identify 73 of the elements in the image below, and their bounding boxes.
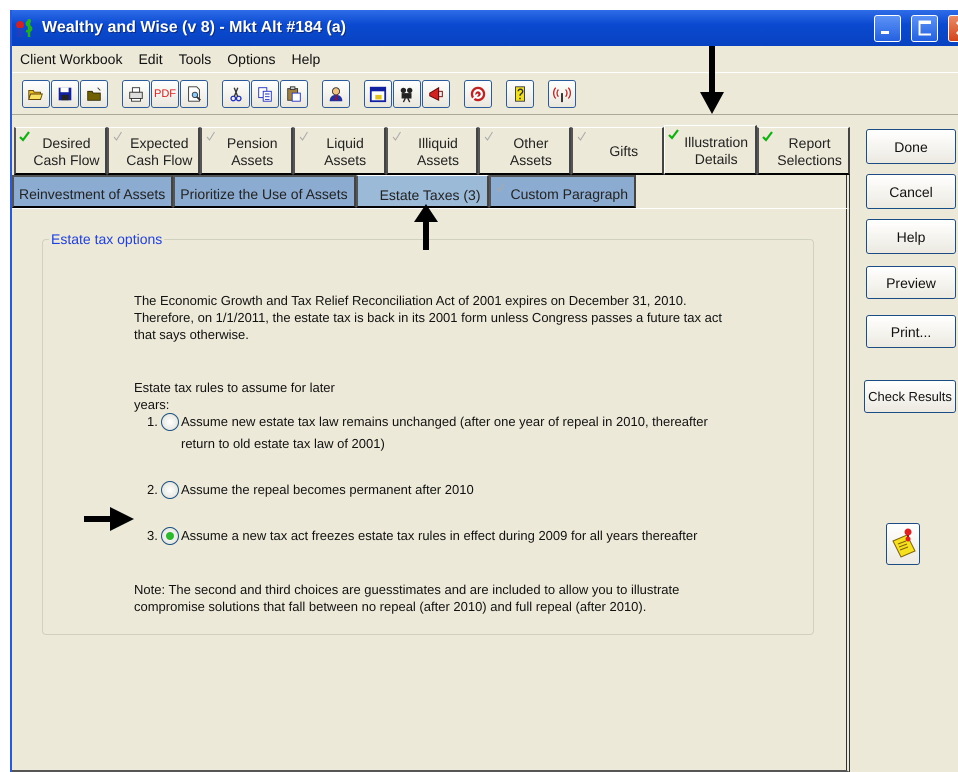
- folder-icon: [85, 85, 103, 103]
- calendar-icon: [369, 85, 387, 103]
- antenna-icon: [553, 85, 571, 103]
- calendar-button[interactable]: [364, 80, 392, 108]
- subtab[interactable]: Reinvestment of Assets: [12, 175, 174, 208]
- action-button[interactable]: Cancel: [866, 174, 956, 209]
- tab[interactable]: Illustration Details: [664, 125, 758, 175]
- radio-button[interactable]: [161, 481, 179, 499]
- cut-button[interactable]: [222, 80, 250, 108]
- right-arrow-icon: [84, 507, 134, 531]
- save-icon: [56, 85, 74, 103]
- person-icon: [327, 85, 345, 103]
- up-arrow-icon: [414, 204, 438, 250]
- action-button[interactable]: Check Results: [864, 380, 956, 413]
- pdf-button[interactable]: PDF: [151, 80, 179, 108]
- group-title: Estate tax options: [49, 231, 164, 247]
- question-text: Estate tax rules to assume for later years:: [134, 379, 336, 413]
- tab[interactable]: Report Selections: [757, 127, 850, 175]
- window-title: Wealthy and Wise (v 8) - Mkt Alt #184 (a): [42, 19, 347, 37]
- megaphone-button[interactable]: [422, 80, 450, 108]
- tab[interactable]: Gifts: [571, 127, 664, 175]
- menu-item[interactable]: Help: [292, 51, 320, 67]
- megaphone-icon: [427, 85, 445, 103]
- minimize-icon: [881, 30, 889, 34]
- target-icon: [469, 85, 487, 103]
- paste-icon: [285, 85, 303, 103]
- menu-item[interactable]: Tools: [178, 51, 212, 67]
- down-arrow-icon: [700, 46, 724, 114]
- subtab[interactable]: Estate Taxes (3): [356, 175, 488, 208]
- print-button[interactable]: [122, 80, 150, 108]
- copy-button[interactable]: [251, 80, 279, 108]
- tab[interactable]: Expected Cash Flow: [106, 127, 200, 175]
- film-camera-button[interactable]: [393, 80, 421, 108]
- menu-item[interactable]: Edit: [138, 51, 163, 67]
- action-button[interactable]: Help: [866, 219, 956, 254]
- option-number: 2.: [147, 481, 159, 498]
- save-button[interactable]: [51, 80, 79, 108]
- radio-button[interactable]: [161, 527, 179, 545]
- page-magnifier-icon: [185, 85, 203, 103]
- option-label[interactable]: Assume new estate tax law remains unchanged (after one year of repeal in 2010, thereafter return to old estate tax law of 2001): [181, 411, 737, 455]
- action-button[interactable]: Print...: [866, 315, 956, 348]
- print-icon: [127, 85, 145, 103]
- folder-button[interactable]: [80, 80, 108, 108]
- maximize-icon: [918, 20, 931, 36]
- paste-button[interactable]: [280, 80, 308, 108]
- note-text: Note: The second and third choices are guesstimates and are included to allow you to illustrate compromise solutions that fall between no repeal (after 2010) and full repeal (after 2010).: [134, 581, 680, 615]
- copy-icon: [256, 85, 274, 103]
- action-button[interactable]: Done: [866, 129, 956, 164]
- help-button[interactable]: [506, 80, 534, 108]
- antenna-button[interactable]: [548, 80, 576, 108]
- person-button[interactable]: [322, 80, 350, 108]
- option-number: 3.: [147, 527, 159, 544]
- tab[interactable]: Other Assets: [478, 127, 572, 175]
- subtab[interactable]: Prioritize the Use of Assets: [173, 175, 356, 208]
- subtab[interactable]: Custom Paragraph: [488, 175, 636, 208]
- radio-button[interactable]: [161, 413, 179, 431]
- option-number: 1.: [147, 413, 159, 430]
- tab[interactable]: Illiquid Assets: [386, 127, 478, 175]
- tab[interactable]: Pension Assets: [200, 127, 293, 175]
- maximize-button[interactable]: [911, 14, 938, 42]
- menu-item[interactable]: Options: [227, 51, 276, 67]
- open-folder-button[interactable]: [22, 80, 50, 108]
- tab[interactable]: Liquid Assets: [292, 127, 386, 175]
- action-button[interactable]: Preview: [866, 266, 956, 299]
- minimize-button[interactable]: [874, 14, 901, 42]
- tab[interactable]: Desired Cash Flow: [14, 127, 107, 175]
- sticky-note-button[interactable]: [886, 523, 920, 565]
- page-magnifier-button[interactable]: [180, 80, 208, 108]
- target-button[interactable]: [464, 80, 492, 108]
- intro-text: The Economic Growth and Tax Relief Reconciliation Act of 2001 expires on December 31, 2010. Therefore, on 1/1/2011, the estate tax is back in its 2001 form unless Congress passes a future tax act that says otherwise.: [134, 292, 723, 343]
- option-label[interactable]: Assume the repeal becomes permanent after 2010: [181, 479, 737, 501]
- option-label[interactable]: Assume a new tax act freezes estate tax rules in effect during 2009 for all years thereafter: [181, 525, 737, 547]
- menu-item[interactable]: Client Workbook: [20, 51, 122, 67]
